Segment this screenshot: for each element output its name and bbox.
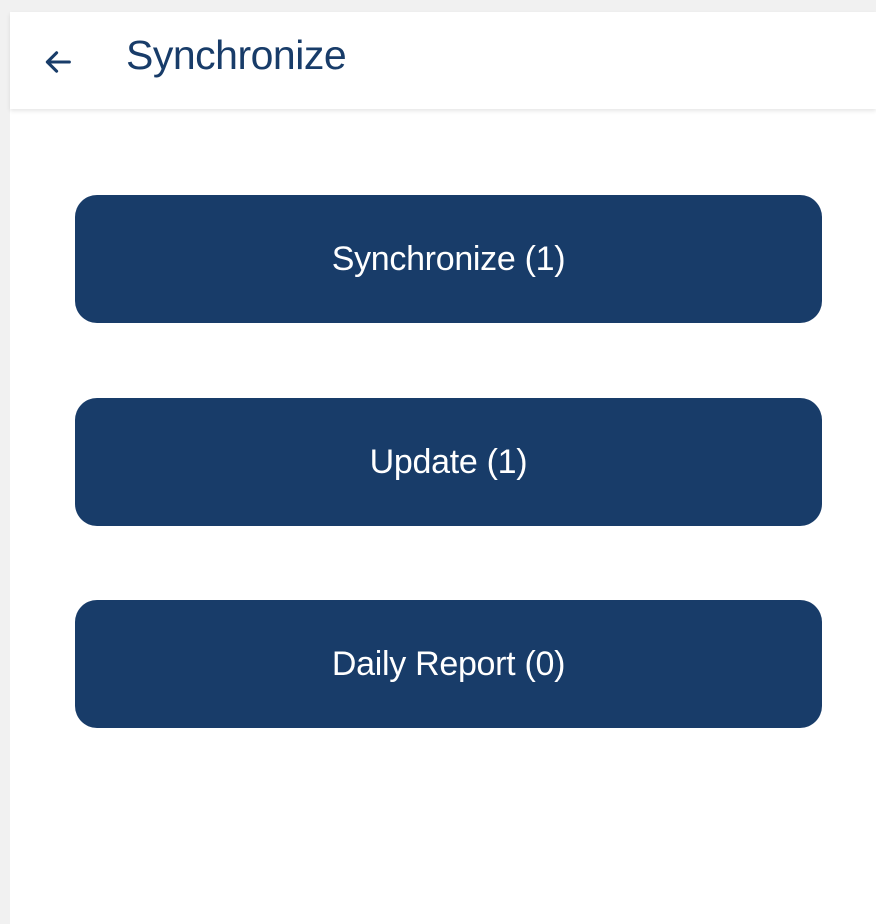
daily-report-button[interactable]: Daily Report (0)	[75, 600, 822, 728]
arrow-left-icon	[45, 51, 71, 73]
synchronize-screen: Synchronize Synchronize (1) Update (1) D…	[10, 12, 876, 924]
page-title: Synchronize	[126, 32, 347, 78]
update-button[interactable]: Update (1)	[75, 398, 822, 526]
actions-list: Synchronize (1) Update (1) Daily Report …	[10, 109, 876, 924]
back-button[interactable]	[32, 36, 84, 88]
app-bar: Synchronize	[10, 12, 876, 109]
synchronize-button[interactable]: Synchronize (1)	[75, 195, 822, 323]
